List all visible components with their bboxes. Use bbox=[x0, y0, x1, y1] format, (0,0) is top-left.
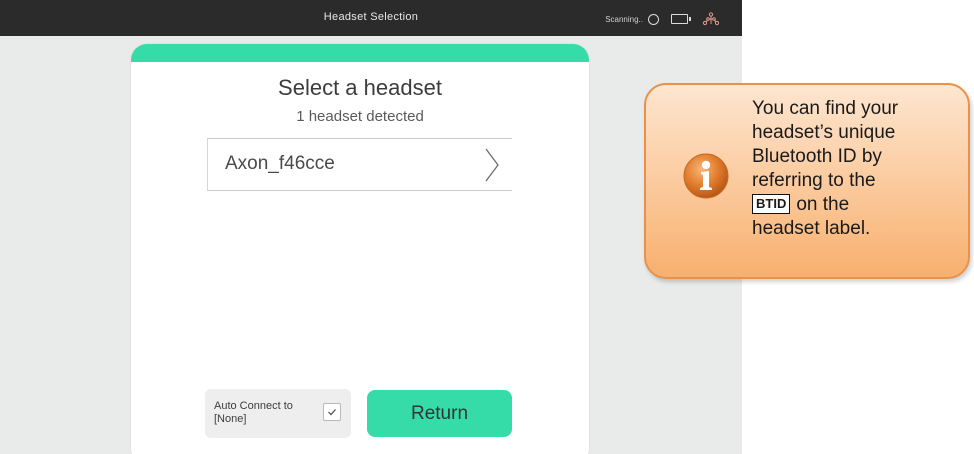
status-area: Scanning.. bbox=[605, 12, 720, 26]
panel-accent-bar bbox=[131, 44, 589, 62]
headset-selection-panel: Select a headset 1 headset detected Axon… bbox=[131, 44, 589, 454]
callout-text: You can find your headset’s unique Bluet… bbox=[752, 97, 962, 241]
title-bar: Headset Selection Scanning.. bbox=[0, 0, 742, 36]
headset-list-item[interactable]: Axon_f46cce bbox=[207, 138, 512, 191]
network-icon[interactable] bbox=[702, 12, 720, 26]
battery-icon bbox=[671, 14, 691, 24]
scanning-status: Scanning.. bbox=[605, 14, 643, 24]
callout-line: BTID on the bbox=[752, 193, 962, 217]
btid-badge: BTID bbox=[752, 194, 791, 214]
chevron-right-icon bbox=[485, 148, 499, 182]
callout-line: headset label. bbox=[752, 218, 871, 239]
callout-line-rest: on the bbox=[796, 194, 850, 215]
callout-line: You can find your bbox=[752, 98, 899, 119]
auto-connect-label: Auto Connect to [None] bbox=[214, 400, 293, 425]
auto-connect-checkbox[interactable] bbox=[323, 403, 341, 421]
callout-line: referring to the bbox=[752, 170, 876, 191]
auto-connect-control: Auto Connect to [None] bbox=[205, 389, 351, 438]
return-button[interactable]: Return bbox=[367, 390, 512, 437]
callout-line: Bluetooth ID by bbox=[752, 146, 882, 167]
headset-name: Axon_f46cce bbox=[225, 153, 335, 174]
check-icon bbox=[328, 409, 336, 416]
scan-indicator-icon bbox=[648, 13, 659, 25]
info-callout: You can find your headset’s unique Bluet… bbox=[644, 83, 970, 279]
callout-line: headset’s unique bbox=[752, 122, 896, 143]
info-icon bbox=[683, 153, 729, 199]
headset-count: 1 headset detected bbox=[296, 108, 424, 125]
app-window: Headset Selection Scanning.. Select a he… bbox=[0, 0, 742, 454]
panel-title: Select a headset bbox=[278, 75, 442, 100]
